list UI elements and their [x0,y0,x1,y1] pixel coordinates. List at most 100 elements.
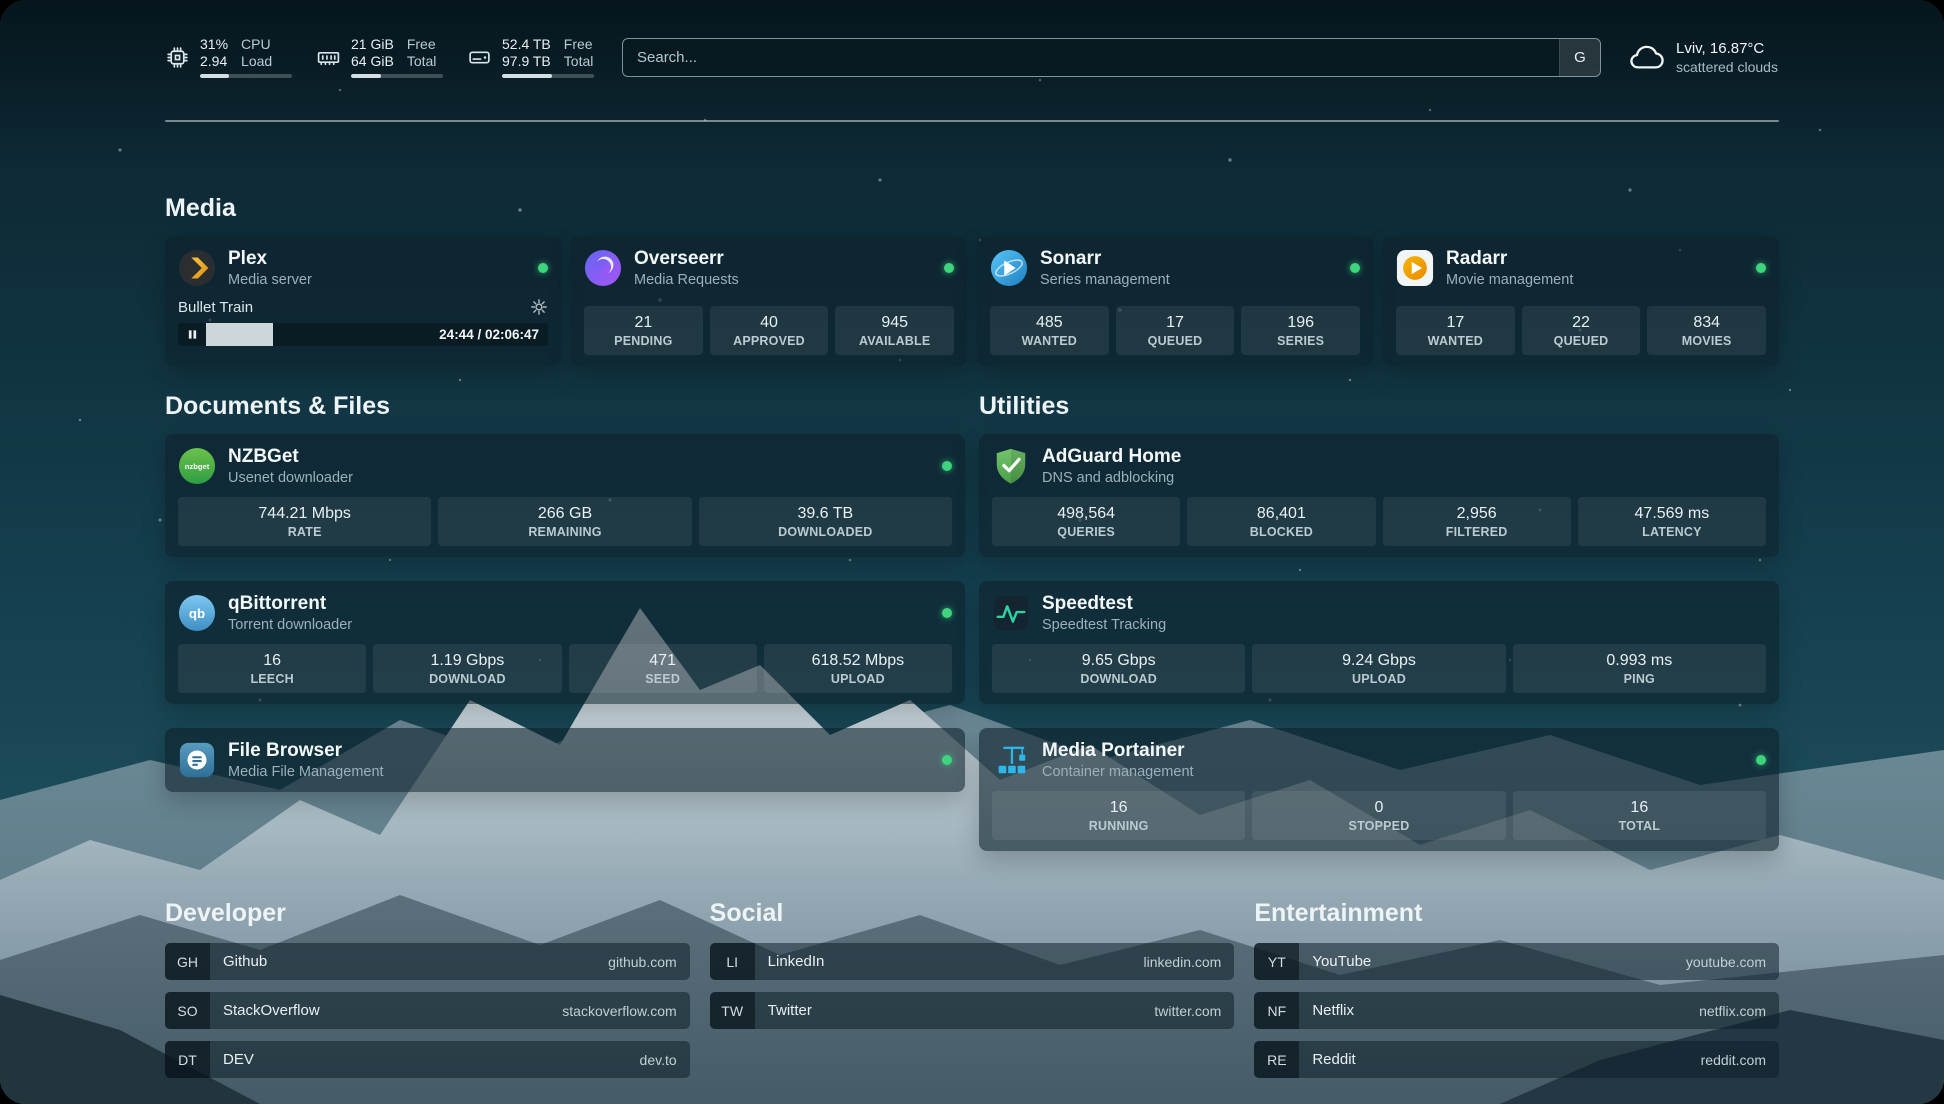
service-card-portainer[interactable]: Media Portainer Container management 16 … [979,728,1779,851]
svg-text:qb: qb [189,606,205,621]
bookmark-netflix[interactable]: NF Netflix netflix.com [1254,992,1779,1029]
playback-progress-bar[interactable]: 24:44 / 02:06:47 [178,323,548,346]
section-documents-files: Documents & Files nzbget [165,392,965,851]
cpu-widget: 31% 2.94 CPU Load [165,36,292,78]
search-input[interactable] [623,39,1559,76]
bookmark-twitter[interactable]: TW Twitter twitter.com [710,992,1235,1029]
service-desc-nzbget: Usenet downloader [228,469,353,487]
bookmark-name: Github [210,943,267,980]
stat-label: WANTED [1398,333,1513,349]
memory-progress-bar [351,74,443,78]
status-dot-plex [538,263,548,273]
service-desc-qbittorrent: Torrent downloader [228,616,352,634]
stat-value: 618.52 Mbps [766,651,950,671]
stat-label: LEECH [180,671,364,687]
service-card-radarr[interactable]: Radarr Movie management 17 WANTED 22 QUE… [1383,236,1779,366]
bookmark-abbr: RE [1254,1041,1299,1078]
bookmark-name: Twitter [755,992,812,1029]
stat-box: 47.569 ms LATENCY [1578,497,1766,546]
status-dot-filebrowser [942,755,952,765]
stat-box: 21 PENDING [584,306,703,355]
service-desc-adguard: DNS and adblocking [1042,469,1181,487]
disk-label-1: Free [564,36,594,53]
bookmark-domain: youtube.com [1686,943,1779,980]
stat-value: 21 [586,313,701,333]
stat-label: QUEUED [1524,333,1639,349]
bookmark-name: LinkedIn [755,943,825,980]
disk-total-value: 97.9 TB [502,53,551,70]
bookmark-domain: stackoverflow.com [562,992,689,1029]
bookmark-linkedin[interactable]: LI LinkedIn linkedin.com [710,943,1235,980]
service-card-adguard[interactable]: AdGuard Home DNS and adblocking 498,564 … [979,434,1779,557]
section-media: Media Plex [165,194,1779,366]
bookmark-github[interactable]: GH Github github.com [165,943,690,980]
status-dot-sonarr [1350,263,1360,273]
stat-value: 47.569 ms [1580,504,1764,524]
memory-label-2: Total [407,53,437,70]
stat-box: 834 MOVIES [1647,306,1766,355]
service-card-sonarr[interactable]: Sonarr Series management 485 WANTED 17 Q… [977,236,1373,366]
service-card-nzbget[interactable]: nzbget NZBGet Usenet downloader 74 [165,434,965,557]
bookmark-name: DEV [210,1041,254,1078]
stat-label: RUNNING [994,818,1243,834]
bookmark-name: StackOverflow [210,992,320,1029]
service-card-filebrowser[interactable]: File Browser Media File Management [165,728,965,792]
stat-label: APPROVED [712,333,827,349]
service-desc-speedtest: Speedtest Tracking [1042,616,1166,634]
disk-widget: 52.4 TB 97.9 TB Free Total [467,36,594,78]
stat-box: 9.65 Gbps DOWNLOAD [992,644,1245,693]
bookmark-youtube[interactable]: YT YouTube youtube.com [1254,943,1779,980]
sonarr-icon [990,249,1028,287]
stat-box: 0.993 ms PING [1513,644,1766,693]
stat-label: DOWNLOAD [994,671,1243,687]
bookmark-abbr: GH [165,943,210,980]
bookmark-domain: github.com [608,943,689,980]
overseerr-icon [584,249,622,287]
bookmark-dev[interactable]: DT DEV dev.to [165,1041,690,1078]
bookmark-stackoverflow[interactable]: SO StackOverflow stackoverflow.com [165,992,690,1029]
filebrowser-icon [178,741,216,779]
search-provider-button[interactable]: G [1559,39,1600,76]
stat-box: 17 QUEUED [1116,306,1235,355]
service-name-overseerr: Overseerr [634,247,739,271]
gear-icon[interactable] [530,298,548,316]
pause-icon[interactable] [178,329,206,340]
cpu-label-2: Load [241,53,272,70]
service-card-speedtest[interactable]: Speedtest Speedtest Tracking 9.65 Gbps D… [979,581,1779,704]
service-desc-plex: Media server [228,271,312,289]
stat-box: 945 AVAILABLE [835,306,954,355]
service-card-qbittorrent[interactable]: qb qBittorrent Torrent downloader [165,581,965,704]
stat-box: 0 STOPPED [1252,791,1505,840]
stat-value: 2,956 [1385,504,1569,524]
stat-label: RATE [180,524,429,540]
service-name-radarr: Radarr [1446,247,1573,271]
stat-value: 9.65 Gbps [994,651,1243,671]
svg-text:nzbget: nzbget [185,462,210,471]
bookmark-name: Reddit [1299,1041,1355,1078]
cpu-percent: 31% [200,36,228,53]
service-card-plex[interactable]: Plex Media server Bullet Train [165,236,561,366]
bookmark-reddit[interactable]: RE Reddit reddit.com [1254,1041,1779,1078]
section-social: Social LI LinkedIn linkedin.com TW Twitt… [710,899,1235,1078]
service-name-speedtest: Speedtest [1042,592,1166,616]
stat-value: 40 [712,313,827,333]
service-name-qbittorrent: qBittorrent [228,592,352,616]
stat-label: WANTED [992,333,1107,349]
disk-icon [467,45,492,70]
stat-value: 744.21 Mbps [180,504,429,524]
stat-label: MOVIES [1649,333,1764,349]
bookmark-abbr: DT [165,1041,210,1078]
service-card-overseerr[interactable]: Overseerr Media Requests 21 PENDING 40 A… [571,236,967,366]
bookmark-abbr: NF [1254,992,1299,1029]
weather-widget: Lviv, 16.87°C scattered clouds [1629,39,1779,76]
resource-widgets: 31% 2.94 CPU Load [165,36,594,78]
bookmark-abbr: YT [1254,943,1299,980]
stat-value: 945 [837,313,952,333]
service-name-filebrowser: File Browser [228,739,384,763]
stat-box: 22 QUEUED [1522,306,1641,355]
section-title-utilities: Utilities [979,392,1779,421]
stat-value: 498,564 [994,504,1178,524]
memory-widget: 21 GiB 64 GiB Free Total [316,36,443,78]
search-bar: G [622,38,1601,77]
nzbget-icon: nzbget [178,447,216,485]
